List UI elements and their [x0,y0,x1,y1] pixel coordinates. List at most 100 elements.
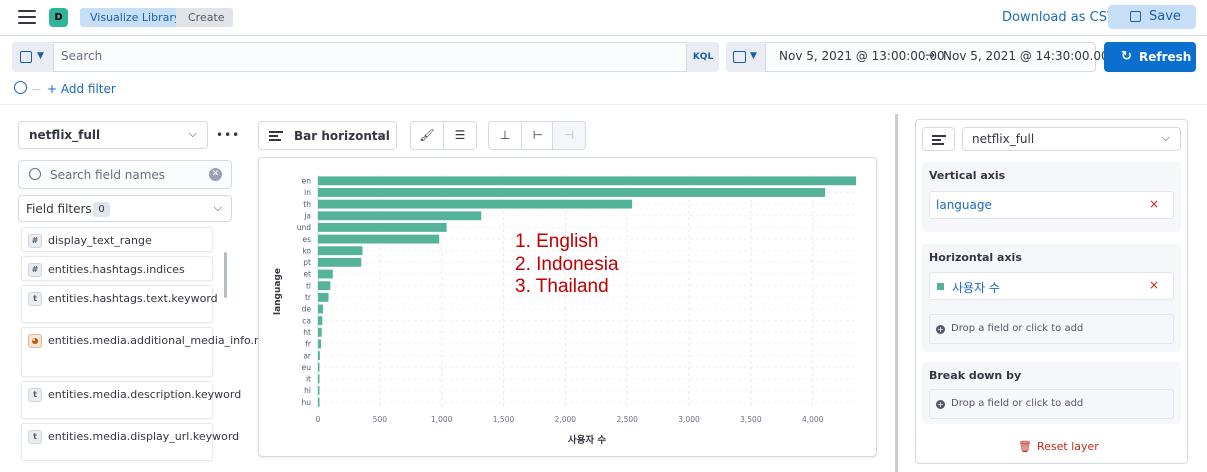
field-item[interactable]: t entities.hashtags.text.keyword [21,285,218,323]
dropzone-label: Drop a field or click to add [951,323,1084,334]
bar [318,374,320,384]
clear-icon[interactable]: ✕ [209,168,222,181]
vertical-axis-dimension[interactable]: language × [929,191,1174,219]
y-tick-label: ko [302,246,311,255]
search-input[interactable]: Search [61,49,102,63]
chevron-down-icon: ⌵ [1161,131,1170,144]
field-item[interactable]: ◕ entities.media.additional_media_info.m… [21,327,322,377]
breakdown-title: Break down by [929,369,1022,382]
vertical-axis-title: Vertical axis [929,169,1006,182]
x-tick-label: 0 [316,415,321,424]
text-field-icon: t [28,388,42,402]
remove-icon[interactable]: × [1149,197,1159,211]
annotation-line-2: 2. Indonesia [515,254,619,275]
horizontal-axis-dropzone[interactable]: + Drop a field or click to add [929,314,1174,344]
y-tick-label: ar [303,351,312,360]
x-axis-title: 사용자 수 [568,434,607,446]
query-language-button[interactable]: KQL [686,42,719,72]
more-options-icon[interactable]: ••• [216,128,240,142]
remove-icon[interactable]: × [1149,278,1159,292]
field-search-input[interactable]: Search field names ✕ [18,160,232,189]
date-end[interactable]: Nov 5, 2021 @ 14:30:00.00 [943,49,1109,63]
add-filter-button[interactable]: + Add filter [47,82,116,96]
panel-resize-handle[interactable] [895,114,898,472]
field-item[interactable]: # entities.hashtags.indices [21,256,213,281]
legend-icon[interactable]: ☰ [443,121,477,150]
save-button[interactable]: Save [1108,5,1196,29]
field-name: entities.media.additional_media_info.mon… [48,334,322,347]
field-item[interactable]: t entities.media.display_url.keyword [21,423,239,461]
search-icon [29,168,41,180]
y-tick-label: tl [306,281,311,290]
refresh-icon: ↻ [1121,49,1132,64]
data-view-name: netflix_full [29,128,101,142]
y-tick-label: ht [303,328,311,337]
bar-horizontal-icon-line [932,139,941,141]
bottom-axis-icon[interactable]: ⊥ [488,121,522,150]
chart-type-selector[interactable]: Bar horizontal ⌵ [258,121,397,150]
x-tick-label: 3,500 [740,415,762,424]
bar [318,304,323,314]
y-tick-label: de [302,305,312,314]
y-tick-label: et [303,270,311,279]
field-filters-label: Field filters [26,202,92,216]
bar-horizontal-icon-line [932,143,944,145]
y-tick-label: en [302,177,312,186]
field-name: entities.media.description.keyword [48,388,242,401]
x-tick-label: 1,000 [431,415,453,424]
breadcrumb-visualize-library[interactable]: Visualize Library [80,8,200,27]
field-name: entities.hashtags.indices [48,263,185,276]
layer-type-button[interactable] [922,127,955,151]
reset-layer-button[interactable]: 🗑 Reset layer [1018,440,1099,453]
bar [318,269,333,279]
menu-icon[interactable] [18,10,36,26]
chart-panel: 0 500 1,000 1,500 2,000 2,500 3,000 3,500 4,000 e… [258,157,877,457]
space-avatar[interactable]: D [49,8,68,27]
breakdown-dropzone[interactable]: + Drop a field or click to add [929,389,1174,419]
x-tick-label: 2,000 [555,415,577,424]
bar [318,176,856,186]
quick-date-menu-button[interactable]: ▼ [726,42,766,72]
date-start[interactable]: Nov 5, 2021 @ 13:00:00.00 [779,49,945,63]
y-tick-label: es [302,235,311,244]
chevron-down-icon: ▼ [37,51,44,61]
annotation-line-3: 3. Thailand [515,276,609,297]
horizontal-axis-title: Horizontal axis [929,251,1022,264]
calendar-icon [733,51,746,63]
filter-menu-icon[interactable] [14,81,27,94]
left-axis-icon[interactable]: ⊢ [521,121,555,150]
trash-icon: 🗑 [1018,440,1032,453]
field-item[interactable]: t entities.media.description.keyword [21,381,242,419]
download-csv-link[interactable]: Download as CSV [1002,10,1116,25]
dropzone-label: Drop a field or click to add [951,398,1084,409]
data-view-selector[interactable]: netflix_full ⌵ [18,121,208,149]
y-tick-label: th [303,200,311,209]
horizontal-axis-dimension[interactable]: 사용자 수 × [929,272,1174,300]
plus-icon: + [936,325,945,334]
breadcrumb-create: Create [176,8,233,27]
geo-field-icon: ◕ [28,334,42,348]
bar [318,281,331,291]
bar [318,246,363,256]
refresh-button[interactable]: ↻ Refresh [1104,42,1196,72]
bar [318,234,440,244]
y-tick-label: fr [305,340,312,349]
bar [318,351,320,361]
field-list-scrollbar[interactable] [224,252,227,298]
horizontal-axis-field: 사용자 수 [952,281,1000,295]
bar [318,327,322,337]
field-item[interactable]: # display_text_range [21,227,213,252]
field-filters-toggle[interactable]: Field filters 0 ⌵ [18,195,232,222]
y-tick-label: hi [304,386,311,395]
y-tick-label: ja [303,211,311,220]
chevron-down-icon: ⌵ [188,127,197,140]
layer-data-view-selector[interactable]: netflix_full ⌵ [962,127,1181,151]
saved-query-menu-button[interactable]: ▼ [12,42,54,72]
filter-separator: — [32,85,41,95]
divider [0,104,1207,105]
visual-options-icon[interactable]: 🖌 [410,121,444,150]
bar [318,292,329,302]
number-field-icon: # [28,234,42,248]
bar [318,257,362,267]
bar [318,386,320,395]
